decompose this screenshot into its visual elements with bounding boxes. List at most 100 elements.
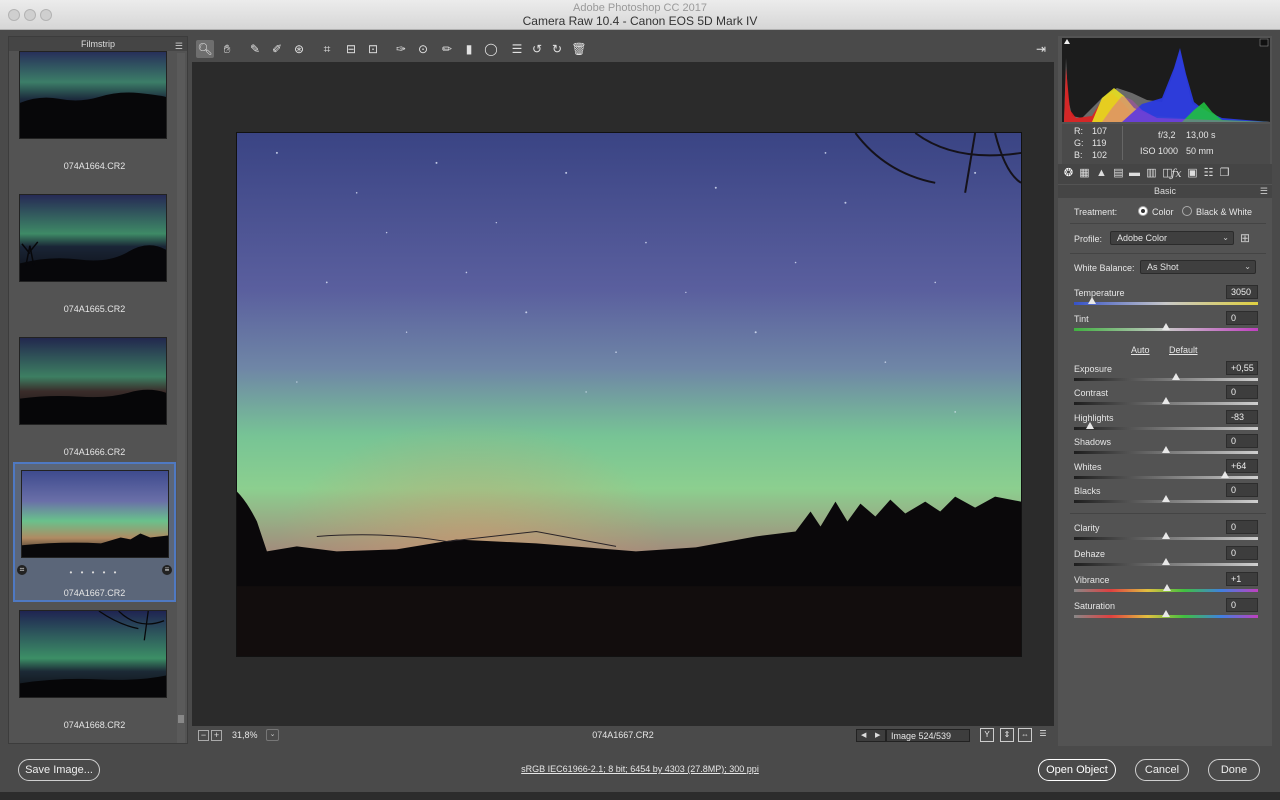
profile-dropdown[interactable]: Adobe Color ⌄ bbox=[1110, 231, 1234, 245]
radial-filter-icon[interactable]: ◯ bbox=[482, 40, 500, 58]
temperature-value-field[interactable]: 3050 bbox=[1226, 285, 1258, 299]
tint-slider[interactable] bbox=[1074, 323, 1258, 331]
filmstrip-item[interactable]: 074A1668.CR2 bbox=[13, 604, 176, 743]
shadows-value-field[interactable]: 0 bbox=[1226, 434, 1258, 448]
exposure-value-field[interactable]: +0,55 bbox=[1226, 361, 1258, 375]
treatment-bw-radio[interactable] bbox=[1182, 206, 1192, 216]
compare-view-icon[interactable]: ⇕ bbox=[1000, 728, 1014, 742]
saturation-slider[interactable] bbox=[1074, 610, 1258, 618]
graduated-filter-icon[interactable]: ▮ bbox=[460, 40, 478, 58]
red-eye-icon[interactable]: ⊙ bbox=[414, 40, 432, 58]
preview-image[interactable] bbox=[236, 132, 1022, 657]
temperature-slider-thumb[interactable] bbox=[1088, 297, 1097, 304]
fullscreen-icon[interactable]: ⇥ bbox=[1032, 40, 1050, 58]
default-link[interactable]: Default bbox=[1169, 345, 1198, 355]
dehaze-value-field[interactable]: 0 bbox=[1226, 546, 1258, 560]
presets-tab-icon[interactable]: ☷ bbox=[1202, 167, 1215, 180]
view-settings-icon[interactable]: ☰ bbox=[1036, 728, 1050, 742]
open-object-button[interactable]: Open Object bbox=[1038, 759, 1116, 781]
rating-stars[interactable]: • • • • • bbox=[15, 568, 174, 577]
treatment-color-radio[interactable] bbox=[1138, 206, 1148, 216]
tone-curve-tab-icon[interactable]: ▦ bbox=[1078, 167, 1091, 180]
clarity-label: Clarity bbox=[1074, 523, 1100, 533]
clarity-slider-thumb[interactable] bbox=[1162, 532, 1170, 539]
saturation-value-field[interactable]: 0 bbox=[1226, 598, 1258, 612]
highlights-slider[interactable] bbox=[1074, 422, 1258, 430]
histogram[interactable] bbox=[1062, 38, 1270, 122]
hand-icon[interactable]: ✋︎ bbox=[218, 40, 236, 58]
dehaze-slider[interactable] bbox=[1074, 558, 1258, 566]
image-canvas[interactable] bbox=[192, 62, 1054, 726]
blacks-slider-thumb[interactable] bbox=[1162, 495, 1170, 502]
blacks-slider[interactable] bbox=[1074, 495, 1258, 503]
split-toning-tab-icon[interactable]: ▬ bbox=[1128, 167, 1141, 180]
effects-tab-icon[interactable]: ƒx bbox=[1170, 167, 1183, 180]
vibrance-slider[interactable] bbox=[1074, 584, 1258, 592]
blacks-value-field[interactable]: 0 bbox=[1226, 483, 1258, 497]
contrast-slider-thumb[interactable] bbox=[1162, 397, 1170, 404]
rotate-left-icon[interactable]: ↺ bbox=[528, 40, 546, 58]
contrast-value-field[interactable]: 0 bbox=[1226, 385, 1258, 399]
target-adjust-icon[interactable]: ⊛ bbox=[290, 40, 308, 58]
highlights-slider-thumb[interactable] bbox=[1085, 422, 1094, 429]
contrast-slider[interactable] bbox=[1074, 397, 1258, 405]
shadows-slider[interactable] bbox=[1074, 446, 1258, 454]
exposure-slider-thumb[interactable] bbox=[1172, 373, 1181, 380]
filmstrip-scroll-thumb[interactable] bbox=[178, 715, 184, 723]
treatment-bw-label[interactable]: Black & White bbox=[1196, 207, 1252, 217]
highlight-clipping-warning-icon[interactable] bbox=[1259, 38, 1269, 47]
before-after-view-icon[interactable]: Y bbox=[980, 728, 994, 742]
cancel-button[interactable]: Cancel bbox=[1135, 759, 1189, 781]
rotate-right-icon[interactable]: ↻ bbox=[548, 40, 566, 58]
filmstrip-item-selected[interactable]: ⌗ • • • • • ≡ 074A1667.CR2 bbox=[13, 462, 176, 602]
basic-panel-menu-icon[interactable]: ☰ bbox=[1260, 185, 1268, 198]
done-button[interactable]: Done bbox=[1208, 759, 1260, 781]
saturation-slider-thumb[interactable] bbox=[1162, 610, 1170, 617]
exposure-slider[interactable] bbox=[1074, 373, 1258, 381]
magnifier-icon[interactable]: 🔍︎ bbox=[196, 40, 214, 58]
treatment-color-label[interactable]: Color bbox=[1152, 207, 1174, 217]
previous-image-button[interactable]: ◀ bbox=[861, 730, 866, 742]
filmstrip-menu-icon[interactable]: ☰ bbox=[175, 39, 183, 53]
vibrance-value-field[interactable]: +1 bbox=[1226, 572, 1258, 586]
whites-slider[interactable] bbox=[1074, 471, 1258, 479]
brush-icon[interactable]: ✏ bbox=[438, 40, 456, 58]
camera-calibration-tab-icon[interactable]: ▣ bbox=[1186, 167, 1199, 180]
r-label: R: bbox=[1074, 126, 1083, 136]
tint-slider-thumb[interactable] bbox=[1162, 323, 1170, 330]
tint-value-field[interactable]: 0 bbox=[1226, 311, 1258, 325]
crop-icon[interactable]: ⌗ bbox=[318, 40, 336, 58]
whites-slider-thumb[interactable] bbox=[1220, 471, 1229, 478]
next-image-button[interactable]: ▶ bbox=[875, 730, 880, 742]
auto-link[interactable]: Auto bbox=[1131, 345, 1150, 355]
dock-strip bbox=[0, 792, 1280, 800]
filmstrip-item[interactable]: 074A1665.CR2 bbox=[13, 188, 176, 328]
hsl-tab-icon[interactable]: ▤ bbox=[1112, 167, 1125, 180]
trash-icon[interactable]: 🗑︎ bbox=[570, 40, 588, 58]
spot-removal-icon[interactable]: ✑ bbox=[392, 40, 410, 58]
profile-browser-grid-icon[interactable]: ⊞ bbox=[1240, 231, 1250, 245]
filmstrip-scrollbar[interactable] bbox=[177, 53, 185, 743]
snapshots-tab-icon[interactable]: ❐ bbox=[1218, 167, 1231, 180]
temperature-slider[interactable] bbox=[1074, 297, 1258, 305]
white-balance-dropdown[interactable]: As Shot ⌄ bbox=[1140, 260, 1256, 274]
shadows-slider-thumb[interactable] bbox=[1162, 446, 1170, 453]
transform-icon[interactable]: ⊡ bbox=[364, 40, 382, 58]
highlights-value-field[interactable]: -83 bbox=[1226, 410, 1258, 424]
detail-tab-icon[interactable]: ▲ bbox=[1095, 167, 1108, 180]
eyedropper-icon[interactable]: ✎ bbox=[246, 40, 264, 58]
basic-tab-icon[interactable]: ❂ bbox=[1062, 167, 1075, 180]
filmstrip-item[interactable]: 074A1666.CR2 bbox=[13, 331, 176, 471]
clarity-slider[interactable] bbox=[1074, 532, 1258, 540]
filmstrip-item[interactable]: 074A1664.CR2 bbox=[13, 45, 176, 185]
adjustments-badge-icon[interactable]: ≡ bbox=[162, 565, 172, 575]
list-icon[interactable]: ☰ bbox=[508, 40, 526, 58]
dehaze-slider-thumb[interactable] bbox=[1162, 558, 1170, 565]
color-sampler-icon[interactable]: ✐ bbox=[268, 40, 286, 58]
whites-value-field[interactable]: +64 bbox=[1226, 459, 1258, 473]
swap-view-icon[interactable]: ⇔ bbox=[1018, 728, 1032, 742]
vibrance-slider-thumb[interactable] bbox=[1162, 584, 1171, 591]
clarity-value-field[interactable]: 0 bbox=[1226, 520, 1258, 534]
straighten-icon[interactable]: ⊟ bbox=[342, 40, 360, 58]
lens-corrections-tab-icon[interactable]: ▥ bbox=[1145, 167, 1158, 180]
